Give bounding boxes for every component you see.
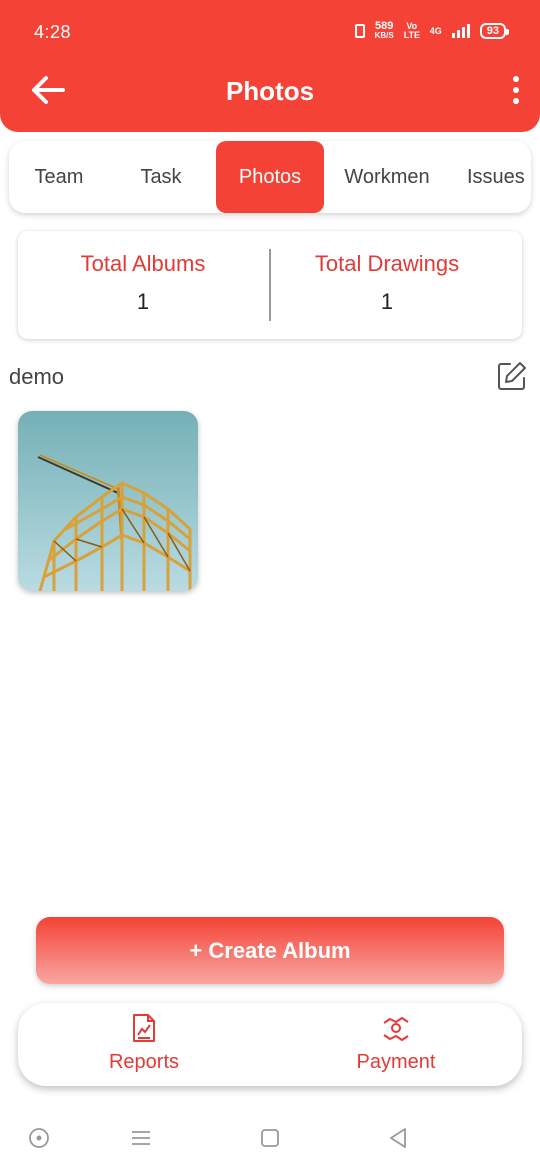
page-title: Photos — [225, 76, 315, 106]
more-vertical-icon — [513, 76, 519, 82]
tab-bar: Team Task Photos Workmen Issues — [9, 141, 531, 213]
stats-card: Total Albums 1 Total Drawings 1 — [18, 231, 522, 339]
nav-reports-label: Reports — [108, 1051, 180, 1073]
net-speed: 589 KB/S — [374, 21, 394, 41]
total-albums-value: 1 — [136, 289, 150, 314]
back-nav-icon[interactable] — [386, 1126, 410, 1150]
total-albums-stat: Total Albums 1 — [18, 251, 268, 315]
status-icons: 589 KB/S Vo LTE 4G 93 — [354, 21, 510, 41]
tab-issues[interactable]: Issues — [467, 141, 531, 213]
total-albums-label: Total Albums — [80, 251, 206, 276]
nav-reports[interactable]: Reports — [44, 1013, 244, 1074]
total-drawings-label: Total Drawings — [314, 251, 460, 276]
nav-payment[interactable]: Payment — [296, 1013, 496, 1074]
nav-payment-label: Payment — [356, 1051, 436, 1073]
total-drawings-value: 1 — [380, 289, 394, 314]
create-album-button[interactable]: + Create Album — [36, 917, 504, 984]
signal-icon — [451, 24, 470, 38]
vibrate-icon — [354, 24, 365, 38]
tab-task[interactable]: Task — [109, 141, 213, 213]
tab-photos[interactable]: Photos — [216, 141, 324, 213]
app-header: 4:28 589 KB/S Vo LTE 4G 93 Photos — [0, 0, 540, 132]
more-options-button[interactable] — [506, 72, 526, 108]
construction-photo — [18, 411, 198, 591]
network-type: 4G — [429, 26, 442, 36]
tab-team[interactable]: Team — [9, 141, 109, 213]
album-thumbnail[interactable] — [18, 411, 198, 591]
tab-workmen[interactable]: Workmen — [327, 141, 447, 213]
battery-icon: 93 — [479, 23, 510, 39]
home-button-icon[interactable] — [258, 1126, 282, 1150]
recent-apps-icon[interactable] — [129, 1126, 153, 1150]
album-name: demo — [9, 364, 65, 389]
total-drawings-stat: Total Drawings 1 — [262, 251, 512, 315]
edit-icon — [498, 362, 526, 390]
assistant-button-icon[interactable] — [27, 1126, 51, 1150]
payment-icon — [383, 1017, 409, 1041]
bottom-nav: Reports Payment — [18, 1003, 522, 1086]
net-speed-unit: KB/S — [374, 31, 394, 40]
edit-album-button[interactable] — [496, 360, 528, 392]
report-icon — [133, 1014, 155, 1042]
status-time: 4:28 — [34, 22, 72, 42]
system-nav-bar — [0, 1110, 540, 1170]
volte-label: Vo LTE — [403, 21, 421, 40]
